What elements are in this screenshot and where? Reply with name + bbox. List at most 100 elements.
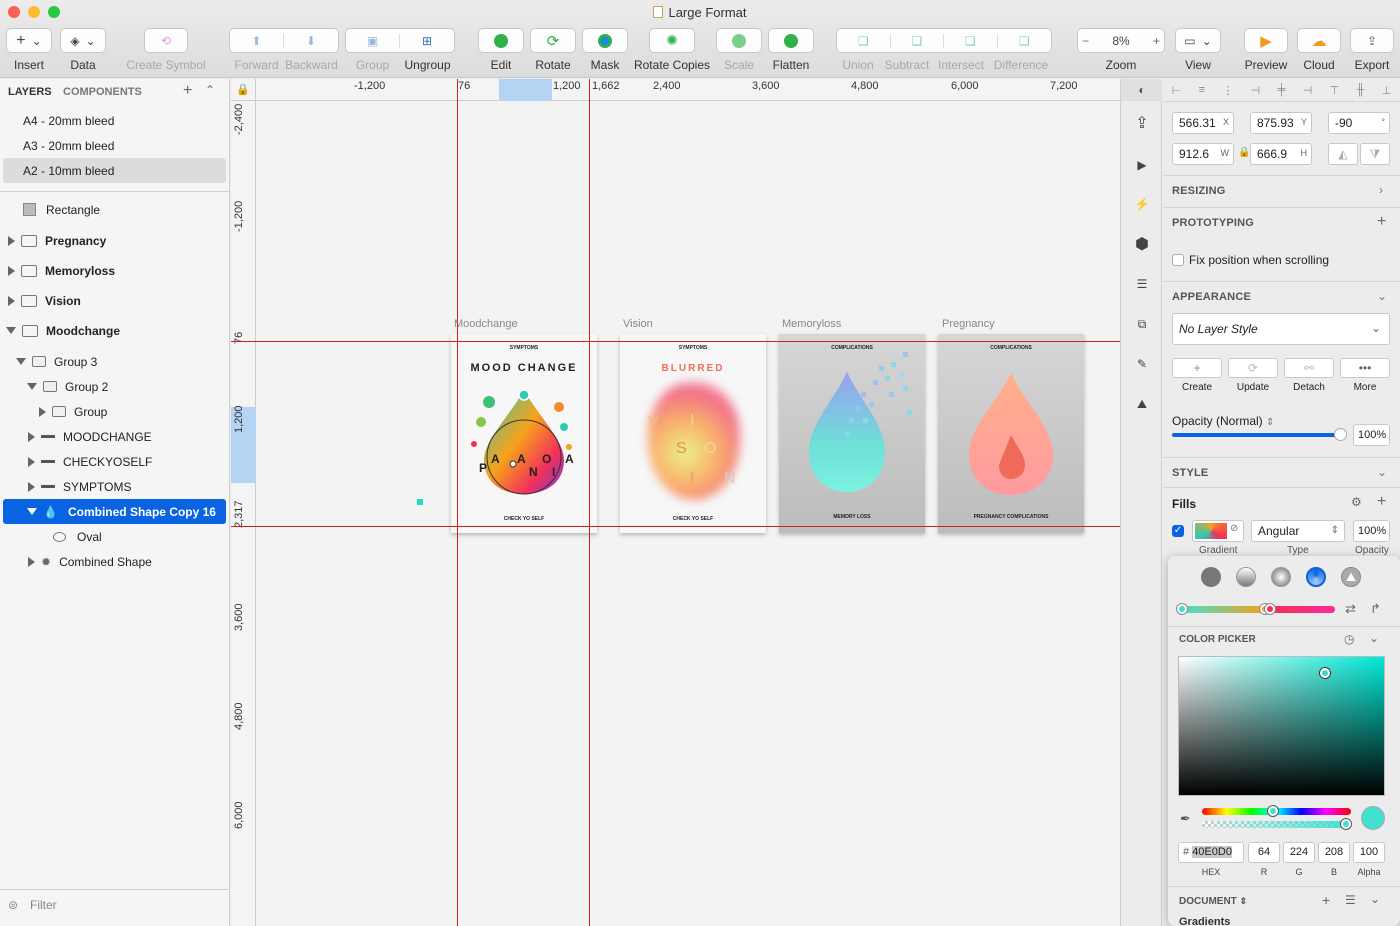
horizontal-ruler[interactable]: -1,200 76 1,200 1,662 2,400 3,600 4,800 … xyxy=(231,79,1120,101)
resizing-header[interactable]: RESIZING xyxy=(1172,185,1226,197)
fill-opacity-field[interactable]: 100% xyxy=(1353,520,1390,542)
fill-settings-icon[interactable]: ⚙ xyxy=(1351,495,1362,509)
fill-swatch[interactable]: ⊘ xyxy=(1192,520,1244,542)
data-button[interactable]: ◈ ⌄ xyxy=(60,28,106,53)
flatten-button[interactable] xyxy=(768,28,814,53)
chevron-down-icon[interactable]: ⌄ xyxy=(1369,631,1379,645)
artboard-memoryloss[interactable]: COMPLICATIONS MEMORY LOSS xyxy=(779,334,925,533)
layer-row[interactable]: Rectangle xyxy=(0,197,229,222)
height-field[interactable]: 666.9 H xyxy=(1250,143,1312,165)
color-picker-popover[interactable]: ⛰ ⇄ ↱ COLOR PICKER ◷ ⌄ ✒ # 40E0D0 64 224… xyxy=(1168,556,1400,926)
more-style-button[interactable]: ••• xyxy=(1340,358,1390,378)
disclosure-triangle-icon[interactable] xyxy=(28,556,35,567)
radial-gradient-icon[interactable] xyxy=(1271,567,1291,587)
flip-vertical-button[interactable]: ⧩ xyxy=(1360,143,1390,165)
update-style-button[interactable]: ⟳ xyxy=(1228,358,1278,378)
guide-horizontal[interactable] xyxy=(231,526,1120,527)
history-icon[interactable]: ◷ xyxy=(1344,632,1354,646)
group-ungroup-segment[interactable]: ▣ ⊞ xyxy=(345,28,455,53)
zoom-out-icon[interactable]: − xyxy=(1082,34,1089,48)
red-input[interactable]: 64 xyxy=(1248,842,1280,863)
layer-row-selected[interactable]: 💧 Combined Shape Copy 16 xyxy=(3,499,226,524)
disclosure-triangle-icon[interactable] xyxy=(28,481,35,492)
align-top-icon[interactable]: ⊤ xyxy=(1330,84,1340,97)
alpha-slider[interactable] xyxy=(1202,821,1351,828)
preview-button[interactable]: ▶ xyxy=(1244,28,1288,53)
filter-input[interactable]: Filter xyxy=(30,898,57,912)
style-header[interactable]: STYLE xyxy=(1172,467,1208,479)
fill-enabled-checkbox[interactable]: ✓ xyxy=(1172,525,1184,537)
list-view-icon[interactable]: ☰ xyxy=(1345,893,1356,907)
layer-row[interactable]: Pregnancy xyxy=(0,228,229,253)
gradient-bar[interactable] xyxy=(1181,606,1335,613)
lock-ratio-icon[interactable]: 🔒 xyxy=(1238,147,1250,158)
solid-fill-icon[interactable] xyxy=(1201,567,1221,587)
disclosure-triangle-icon[interactable] xyxy=(28,431,35,442)
alpha-input[interactable]: 100 xyxy=(1353,842,1385,863)
angular-gradient-icon[interactable] xyxy=(1306,567,1326,587)
y-field[interactable]: 875.93 Y xyxy=(1250,112,1312,134)
disclosure-triangle-icon[interactable] xyxy=(8,265,15,276)
detach-style-button[interactable]: ⚯ xyxy=(1284,358,1334,378)
disclosure-triangle-open-icon[interactable] xyxy=(27,383,37,390)
boolean-ops-segment[interactable]: ❏ ❏ ❏ ❏ xyxy=(836,28,1052,53)
layer-row[interactable]: SYMPTOMS xyxy=(0,474,229,499)
mask-button[interactable] xyxy=(582,28,628,53)
fix-position-checkbox[interactable] xyxy=(1172,254,1184,266)
guide-vertical[interactable] xyxy=(589,79,590,926)
page-item[interactable]: A3 - 20mm bleed xyxy=(0,133,229,158)
artboard-title[interactable]: Memoryloss xyxy=(782,318,841,330)
color-field-cursor[interactable] xyxy=(1320,668,1330,678)
opacity-slider[interactable] xyxy=(1172,428,1347,441)
align-center-icon[interactable]: ╪ xyxy=(1278,84,1286,96)
hex-input[interactable]: # 40E0D0 xyxy=(1178,842,1244,863)
flip-horizontal-button[interactable]: ◭ xyxy=(1328,143,1358,165)
edit-image-icon[interactable]: ✎ xyxy=(1133,355,1151,373)
vertical-ruler[interactable]: -2,400 -1,200 76 1,200 2,317 3,600 4,800… xyxy=(231,101,256,926)
layer-row[interactable]: CHECKYOSELF xyxy=(0,449,229,474)
layer-row[interactable]: Vision xyxy=(0,288,229,313)
gradient-stop[interactable] xyxy=(1265,604,1275,614)
document-swatches-dropdown[interactable]: DOCUMENT ⇕ xyxy=(1179,896,1247,907)
layer-row[interactable]: ✹ Combined Shape xyxy=(0,549,229,574)
layer-row[interactable]: MOODCHANGE xyxy=(0,424,229,449)
page-item[interactable]: A4 - 20mm bleed xyxy=(0,108,229,133)
gradient-stop[interactable] xyxy=(1177,604,1187,614)
fill-type-dropdown[interactable]: Angular ⇕ xyxy=(1251,520,1345,542)
share-icon[interactable]: ⇪ xyxy=(1133,114,1151,132)
rotate-button[interactable]: ⟳ xyxy=(530,28,576,53)
opacity-mode-dropdown[interactable]: Opacity (Normal) ⇕ xyxy=(1172,414,1274,428)
guide-vertical[interactable] xyxy=(457,79,458,926)
x-field[interactable]: 566.31 X xyxy=(1172,112,1234,134)
artboard-title[interactable]: Moodchange xyxy=(454,318,518,330)
add-page-icon[interactable]: + xyxy=(183,82,192,100)
add-swatch-icon[interactable]: + xyxy=(1322,892,1330,908)
distribute-icon[interactable]: ≡ xyxy=(1199,84,1205,96)
scale-button[interactable] xyxy=(716,28,762,53)
canvas[interactable]: -1,200 76 1,200 1,662 2,400 3,600 4,800 … xyxy=(231,79,1120,926)
view-button[interactable]: ▭ ⌄ xyxy=(1175,28,1221,53)
artboard-pregnancy[interactable]: COMPLICATIONS PREGNANCY COMPLICATIONS xyxy=(938,334,1084,533)
align-left-icon[interactable]: ⊢ xyxy=(1172,84,1182,97)
rotate-gradient-icon[interactable]: ↱ xyxy=(1370,601,1381,617)
layer-row[interactable]: Oval xyxy=(0,524,229,549)
disclosure-triangle-icon[interactable] xyxy=(39,406,46,417)
cloud-button[interactable]: ☁ xyxy=(1297,28,1341,53)
create-style-button[interactable]: + xyxy=(1172,358,1222,378)
inspector-toggle-icon[interactable]: ◐ xyxy=(1133,81,1151,99)
add-fill-icon[interactable]: + xyxy=(1377,493,1386,511)
disclosure-triangle-icon[interactable] xyxy=(8,295,15,306)
pattern-fill-icon[interactable]: ⛰ xyxy=(1341,567,1361,587)
layer-row[interactable]: Group 3 xyxy=(0,349,229,374)
tab-components[interactable]: COMPONENTS xyxy=(63,86,142,98)
disclosure-triangle-open-icon[interactable] xyxy=(16,358,26,365)
align-bottom-icon[interactable]: ⊥ xyxy=(1382,84,1392,97)
export-button[interactable]: ⇪ xyxy=(1350,28,1394,53)
rotate-copies-button[interactable]: ✺ xyxy=(649,28,695,53)
document-list-icon[interactable]: ☰ xyxy=(1133,275,1151,293)
layer-row[interactable]: Moodchange xyxy=(0,318,229,343)
tab-layers[interactable]: LAYERS xyxy=(8,86,52,98)
forward-backward-segment[interactable]: ⬆ ⬇ xyxy=(229,28,339,53)
add-image-icon[interactable]: ⛰ xyxy=(1133,395,1151,413)
chevron-down-icon[interactable]: ⌄ xyxy=(1377,289,1387,303)
